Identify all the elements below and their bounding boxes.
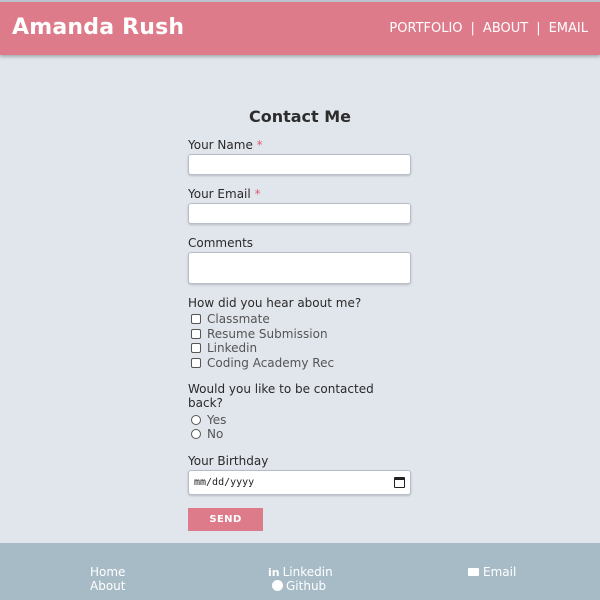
footer-email-link[interactable]: Email bbox=[468, 565, 516, 580]
email-label: Your Email * bbox=[188, 187, 261, 201]
checkbox-option[interactable]: Resume Submission bbox=[188, 327, 412, 342]
nav-separator: | bbox=[470, 21, 475, 36]
checkbox[interactable] bbox=[191, 328, 201, 339]
footer-linkedin-link[interactable]: in Linkedin bbox=[268, 565, 333, 580]
name-group: Your Name * bbox=[188, 138, 412, 175]
radio-option-no[interactable]: No bbox=[188, 427, 412, 442]
checkbox[interactable] bbox=[191, 314, 201, 325]
name-label: Your Name * bbox=[188, 138, 263, 152]
radio-button[interactable] bbox=[191, 414, 201, 425]
site-header: Amanda Rush PORTFOLIO | ABOUT | EMAIL bbox=[0, 0, 600, 55]
required-mark: * bbox=[256, 138, 263, 152]
envelope-icon bbox=[468, 568, 479, 576]
hear-label: How did you hear about me? bbox=[188, 296, 362, 310]
linkedin-icon: in bbox=[268, 566, 280, 579]
comments-label: Comments bbox=[188, 236, 254, 250]
checkbox-option[interactable]: Coding Academy Rec bbox=[188, 356, 412, 371]
footer-github-link[interactable]: Github bbox=[268, 579, 333, 594]
nav-about[interactable]: ABOUT bbox=[483, 21, 528, 36]
checkbox[interactable] bbox=[191, 358, 201, 369]
name-input[interactable] bbox=[188, 154, 411, 175]
radio-option-yes[interactable]: Yes bbox=[188, 412, 412, 427]
send-button[interactable]: SEND bbox=[188, 507, 263, 531]
brand-title[interactable]: Amanda Rush bbox=[12, 15, 184, 40]
footer-contact: Email bbox=[468, 565, 516, 580]
checkbox-option[interactable]: Classmate bbox=[188, 312, 412, 327]
radio-button[interactable] bbox=[191, 429, 201, 440]
site-footer: Home About in Linkedin Github Email bbox=[0, 543, 600, 600]
footer-social: in Linkedin Github bbox=[268, 565, 333, 594]
main-nav: PORTFOLIO | ABOUT | EMAIL bbox=[389, 21, 588, 36]
calendar-icon[interactable] bbox=[394, 476, 405, 488]
date-placeholder: mm/dd/yyyy bbox=[194, 476, 255, 488]
email-group: Your Email * bbox=[188, 187, 412, 224]
nav-email[interactable]: EMAIL bbox=[549, 21, 588, 36]
footer-links: Home About bbox=[90, 565, 125, 594]
contact-back-label: Would you like to be contacted back? bbox=[188, 382, 374, 411]
footer-about-link[interactable]: About bbox=[90, 579, 125, 594]
form-title: Contact Me bbox=[248, 107, 352, 126]
contact-form: Contact Me Your Name * Your Email * Comm… bbox=[188, 100, 412, 531]
comments-textarea[interactable] bbox=[188, 252, 411, 284]
footer-home-link[interactable]: Home bbox=[90, 565, 125, 580]
nav-separator: | bbox=[536, 21, 541, 36]
github-icon bbox=[272, 579, 283, 591]
contact-back-group: Would you like to be contacted back? Yes… bbox=[188, 382, 412, 441]
comments-group: Comments bbox=[188, 236, 412, 284]
email-input[interactable] bbox=[188, 203, 411, 224]
birthday-group: Your Birthday mm/dd/yyyy bbox=[188, 454, 412, 495]
birthday-label: Your Birthday bbox=[188, 453, 269, 468]
nav-portfolio[interactable]: PORTFOLIO bbox=[389, 21, 462, 36]
checkbox[interactable] bbox=[191, 343, 201, 354]
birthday-date-input[interactable]: mm/dd/yyyy bbox=[188, 469, 411, 495]
checkbox-option[interactable]: Linkedin bbox=[188, 341, 412, 356]
hear-group: How did you hear about me? Classmate Res… bbox=[188, 296, 412, 370]
required-mark: * bbox=[254, 187, 261, 201]
